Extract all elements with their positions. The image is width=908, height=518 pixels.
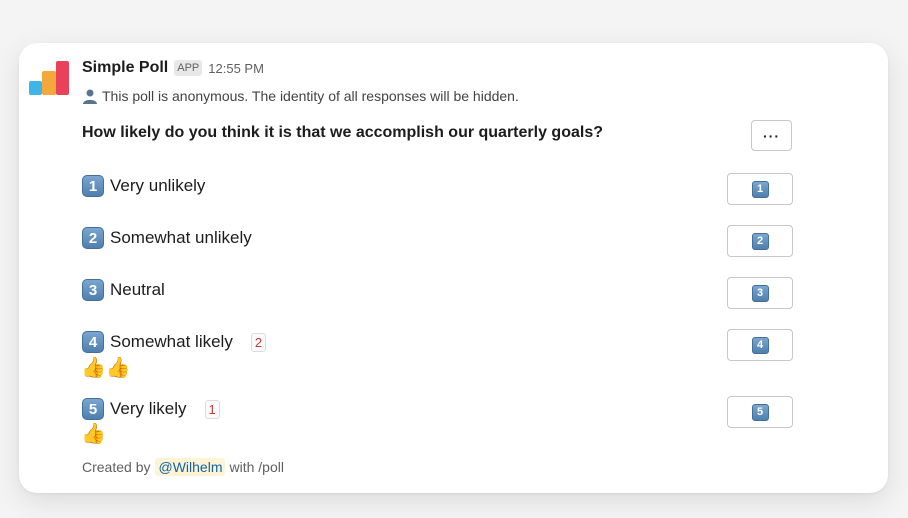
vote-button-4[interactable]: 4 [727, 329, 793, 361]
vote-button-1[interactable]: 1 [727, 173, 793, 205]
keycap-3-icon: 3 [82, 279, 104, 301]
vote-count-badge: 1 [204, 399, 220, 419]
poll-option-label: Very unlikely [110, 176, 206, 195]
app-badge: APP [174, 60, 203, 76]
simple-poll-logo [29, 61, 69, 95]
thumbs-up-votes: 👍 [81, 423, 106, 445]
poll-option-2: 2 Somewhat unlikely [82, 225, 252, 251]
poll-option-4: 4 Somewhat likely 2 [82, 329, 267, 355]
poll-option-5: 5 Very likely 1 [82, 396, 220, 422]
poll-question: How likely do you think it is that we ac… [82, 124, 603, 141]
message-card: Simple Poll APP 12:55 PM This poll is an… [19, 43, 888, 493]
keycap-3-icon: 3 [751, 284, 769, 302]
keycap-2-icon: 2 [82, 227, 104, 249]
poll-option-label: Somewhat unlikely [110, 228, 252, 247]
keycap-2-icon: 2 [751, 232, 769, 250]
keycap-4-icon: 4 [82, 331, 104, 353]
anonymous-notice-text: This poll is anonymous. The identity of … [102, 88, 519, 104]
poll-option-label: Somewhat likely [110, 332, 233, 351]
footer-prefix: Created by [82, 459, 151, 475]
vote-count-badge: 2 [250, 332, 267, 352]
thumbs-up-votes: 👍👍 [81, 357, 131, 379]
poll-option-label: Very likely [110, 399, 187, 418]
person-icon [83, 89, 97, 104]
poll-option-3: 3 Neutral [82, 277, 165, 303]
app-name[interactable]: Simple Poll [82, 59, 168, 77]
more-actions-button[interactable]: ··· [751, 120, 792, 151]
vote-button-2[interactable]: 2 [727, 225, 793, 257]
message-header: Simple Poll APP 12:55 PM [82, 58, 264, 78]
poll-footer: Created by @Wilhelm with /poll [82, 458, 284, 476]
user-mention[interactable]: @Wilhelm [155, 458, 226, 476]
poll-option-label: Neutral [110, 280, 165, 299]
vote-button-3[interactable]: 3 [727, 277, 793, 309]
vote-button-5[interactable]: 5 [727, 396, 793, 428]
footer-suffix: with /poll [229, 459, 284, 475]
keycap-1-icon: 1 [751, 180, 769, 198]
keycap-5-icon: 5 [751, 403, 769, 421]
keycap-5-icon: 5 [82, 398, 104, 420]
anonymous-notice: This poll is anonymous. The identity of … [82, 88, 519, 104]
keycap-4-icon: 4 [751, 336, 769, 354]
poll-option-1: 1 Very unlikely [82, 173, 205, 199]
timestamp[interactable]: 12:55 PM [208, 61, 264, 76]
keycap-1-icon: 1 [82, 175, 104, 197]
